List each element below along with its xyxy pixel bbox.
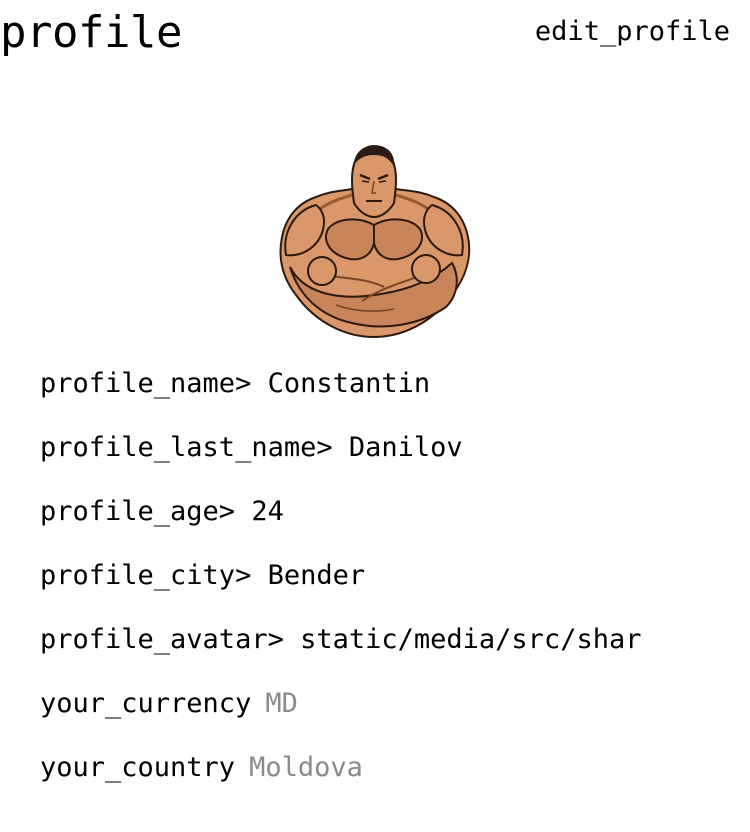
field-label: your_country: [40, 752, 236, 783]
page-title: profile: [0, 7, 182, 58]
field-profile-name: profile_name> Constantin: [40, 367, 430, 401]
field-value: static/media/src/shar: [300, 624, 642, 655]
field-your-currency: your_currency MD: [40, 687, 298, 721]
avatar: [276, 145, 472, 343]
field-your-country: your_country Moldova: [40, 751, 363, 785]
field-value: Bender: [267, 560, 366, 591]
field-label: profile_city>: [40, 560, 252, 591]
field-profile-age: profile_age> 24: [40, 495, 284, 529]
edit-profile-link[interactable]: edit_profile: [535, 15, 730, 49]
field-value: Moldova: [249, 752, 363, 783]
field-label: your_currency: [40, 688, 252, 719]
field-value: 24: [251, 496, 284, 527]
field-profile-city: profile_city> Bender: [40, 559, 365, 593]
field-profile-avatar: profile_avatar> static/media/src/shar: [40, 623, 641, 657]
field-label: profile_age>: [40, 496, 236, 527]
field-value: Constantin: [267, 368, 431, 399]
bodybuilder-avatar-icon: [279, 145, 471, 339]
field-label: profile_name>: [40, 368, 252, 399]
field-profile-last-name: profile_last_name> Danilov: [40, 431, 463, 465]
field-label: profile_last_name>: [40, 432, 333, 463]
field-value: Danilov: [348, 432, 463, 463]
field-label: profile_avatar>: [40, 624, 284, 655]
field-value: MD: [265, 688, 298, 719]
